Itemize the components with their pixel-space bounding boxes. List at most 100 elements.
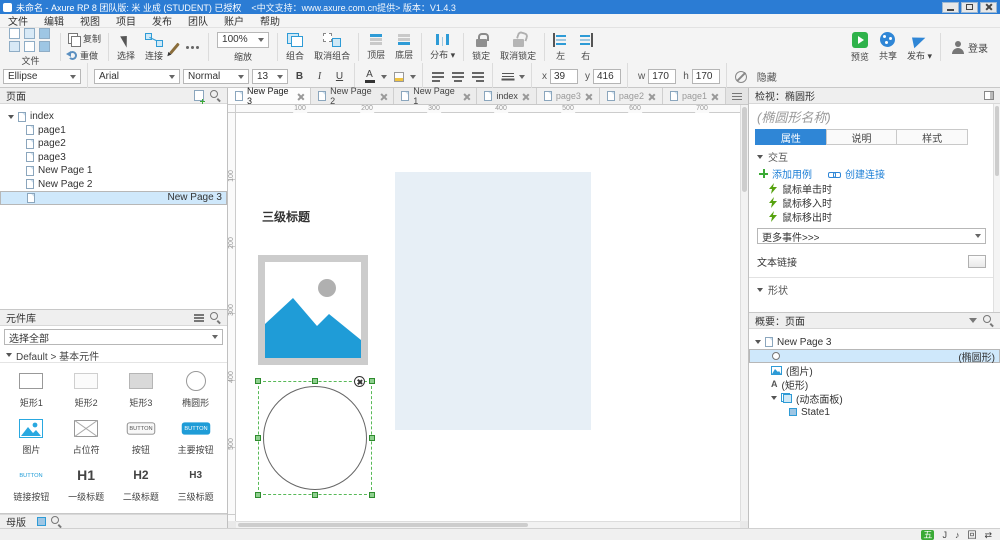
menu-project[interactable]: 项目 bbox=[108, 13, 144, 28]
menu-help[interactable]: 帮助 bbox=[252, 13, 288, 28]
underline-button[interactable]: U bbox=[331, 69, 348, 85]
close-button[interactable] bbox=[980, 2, 997, 13]
hide-toggle[interactable] bbox=[733, 69, 750, 85]
more-events-select[interactable]: 更多事件>>> bbox=[757, 228, 986, 244]
canvas-horizontal-scrollbar[interactable] bbox=[236, 521, 740, 528]
h-input[interactable] bbox=[692, 69, 720, 84]
close-tab-icon[interactable] bbox=[297, 93, 304, 100]
widget-cropped[interactable] bbox=[59, 506, 114, 514]
publish-button[interactable]: 发布 ▾ bbox=[902, 29, 937, 65]
tab-list-button[interactable] bbox=[726, 88, 748, 104]
add-master-icon[interactable] bbox=[37, 517, 46, 526]
interaction-section-header[interactable]: 交互 bbox=[749, 149, 1000, 164]
menu-team[interactable]: 团队 bbox=[180, 13, 216, 28]
selection-handle[interactable] bbox=[255, 492, 261, 498]
widget-rect1[interactable]: 矩形1 bbox=[4, 365, 59, 412]
widget-ellipse[interactable]: 椭圆形 bbox=[168, 365, 223, 412]
event-onmouseenter[interactable]: 鼠标移入时 bbox=[749, 195, 1000, 209]
close-tab-icon[interactable] bbox=[463, 93, 470, 100]
shape-style-select[interactable]: Ellipse bbox=[3, 69, 81, 84]
file-tools-button[interactable]: 文件 bbox=[4, 29, 57, 65]
group-button[interactable]: 组合 bbox=[281, 29, 309, 65]
page-tree-item-new-page-2[interactable]: New Page 2 bbox=[0, 178, 227, 192]
widget-cropped[interactable] bbox=[168, 506, 223, 514]
outline-item-dynamic-panel[interactable]: (动态面板) bbox=[749, 391, 1000, 405]
outline-item-image[interactable]: (图片) bbox=[749, 363, 1000, 377]
menu-publish[interactable]: 发布 bbox=[144, 13, 180, 28]
widget-cropped[interactable] bbox=[114, 506, 169, 514]
copy-button[interactable]: 复制 bbox=[64, 31, 105, 46]
close-tab-icon[interactable] bbox=[522, 93, 529, 100]
tab-page3[interactable]: page3 bbox=[537, 88, 600, 104]
ime-fullwidth-icon[interactable]: 回 bbox=[967, 530, 976, 540]
close-tab-icon[interactable] bbox=[648, 93, 655, 100]
align-right-button[interactable]: 右 bbox=[573, 29, 598, 65]
filter-icon[interactable] bbox=[969, 318, 977, 323]
ungroup-button[interactable]: 取消组合 bbox=[309, 29, 355, 65]
selection-handle[interactable] bbox=[312, 492, 318, 498]
event-onmouseout[interactable]: 鼠标移出时 bbox=[749, 209, 1000, 223]
text-link-button[interactable] bbox=[968, 255, 986, 268]
widget-h1[interactable]: H1 一级标题 bbox=[59, 459, 114, 506]
align-text-center-button[interactable] bbox=[449, 69, 466, 85]
panel-layout-icon[interactable] bbox=[984, 91, 994, 100]
add-case-link[interactable]: 添加用例 bbox=[759, 166, 812, 181]
menu-edit[interactable]: 编辑 bbox=[36, 13, 72, 28]
event-onclick[interactable]: 鼠标单击时 bbox=[749, 181, 1000, 195]
create-link-link[interactable]: 创建连接 bbox=[828, 166, 885, 181]
font-color-button[interactable]: A bbox=[361, 69, 378, 85]
italic-button[interactable]: I bbox=[311, 69, 328, 85]
bold-button[interactable]: B bbox=[291, 69, 308, 85]
lock-button[interactable]: 锁定 bbox=[467, 29, 495, 65]
tab-notes[interactable]: 说明 bbox=[826, 129, 898, 145]
maximize-button[interactable] bbox=[961, 2, 978, 13]
canvas-image-widget[interactable] bbox=[258, 255, 368, 365]
w-input[interactable] bbox=[648, 69, 676, 84]
ime-switch-icon[interactable]: ⇄ bbox=[984, 530, 992, 540]
redo-button[interactable]: 重做 bbox=[64, 48, 105, 63]
selection-handle[interactable] bbox=[255, 378, 261, 384]
page-tree-item-index[interactable]: index bbox=[0, 110, 227, 124]
library-section-header[interactable]: Default > 基本元件 bbox=[0, 348, 227, 363]
font-size-select[interactable]: 13 bbox=[252, 69, 288, 84]
widget-cropped[interactable]: A bbox=[4, 506, 59, 514]
unlock-button[interactable]: 取消锁定 bbox=[495, 29, 541, 65]
ime-mode-icon[interactable]: J bbox=[942, 530, 947, 540]
fill-color-button[interactable] bbox=[390, 69, 407, 85]
widget-rect3[interactable]: 矩形3 bbox=[114, 365, 169, 412]
tab-properties[interactable]: 属性 bbox=[755, 129, 827, 145]
widget-primary-button[interactable]: BUTTON 主要按钮 bbox=[168, 412, 223, 459]
widget-link-button[interactable]: BUTTON 链接按钮 bbox=[4, 459, 59, 506]
ime-sound-icon[interactable]: ♪ bbox=[955, 530, 960, 540]
font-family-select[interactable]: Arial bbox=[94, 69, 180, 84]
library-filter-select[interactable]: 选择全部 bbox=[4, 329, 223, 345]
widget-h2[interactable]: H2 二级标题 bbox=[114, 459, 169, 506]
align-text-left-button[interactable] bbox=[429, 69, 446, 85]
preview-button[interactable]: 预览 bbox=[846, 29, 874, 65]
widget-h3[interactable]: H3 三级标题 bbox=[168, 459, 223, 506]
widget-name-input[interactable] bbox=[753, 107, 983, 126]
page-tree-item-new-page-3[interactable]: New Page 3 bbox=[0, 191, 227, 205]
page-tree-item-page2[interactable]: page2 bbox=[0, 137, 227, 151]
more-tools-button[interactable] bbox=[181, 29, 205, 65]
collapse-caret-icon[interactable] bbox=[8, 115, 14, 119]
outline-item-new-page-3[interactable]: New Page 3 bbox=[749, 335, 1000, 349]
selection-handle[interactable] bbox=[369, 378, 375, 384]
search-icon[interactable] bbox=[210, 312, 221, 323]
canvas-heading-widget[interactable]: 三级标题 bbox=[262, 208, 310, 225]
selection-handle[interactable] bbox=[369, 492, 375, 498]
collapse-caret-icon[interactable] bbox=[771, 396, 777, 400]
line-width-button[interactable] bbox=[499, 69, 516, 85]
share-button[interactable]: 共享 bbox=[874, 29, 902, 65]
canvas-dynamic-panel[interactable] bbox=[395, 172, 591, 430]
widget-image[interactable]: 图片 bbox=[4, 412, 59, 459]
x-input[interactable] bbox=[550, 69, 578, 84]
add-page-icon[interactable] bbox=[194, 90, 204, 101]
bring-to-front-button[interactable]: 顶层 bbox=[362, 29, 390, 65]
login-button[interactable]: 登录 bbox=[944, 40, 996, 55]
pen-tool-button[interactable] bbox=[168, 29, 181, 65]
tab-style[interactable]: 样式 bbox=[896, 129, 968, 145]
scrollbar-thumb[interactable] bbox=[238, 523, 528, 527]
scrollbar-thumb[interactable] bbox=[995, 106, 999, 176]
tab-new-page-2[interactable]: New Page 2 bbox=[311, 88, 394, 104]
